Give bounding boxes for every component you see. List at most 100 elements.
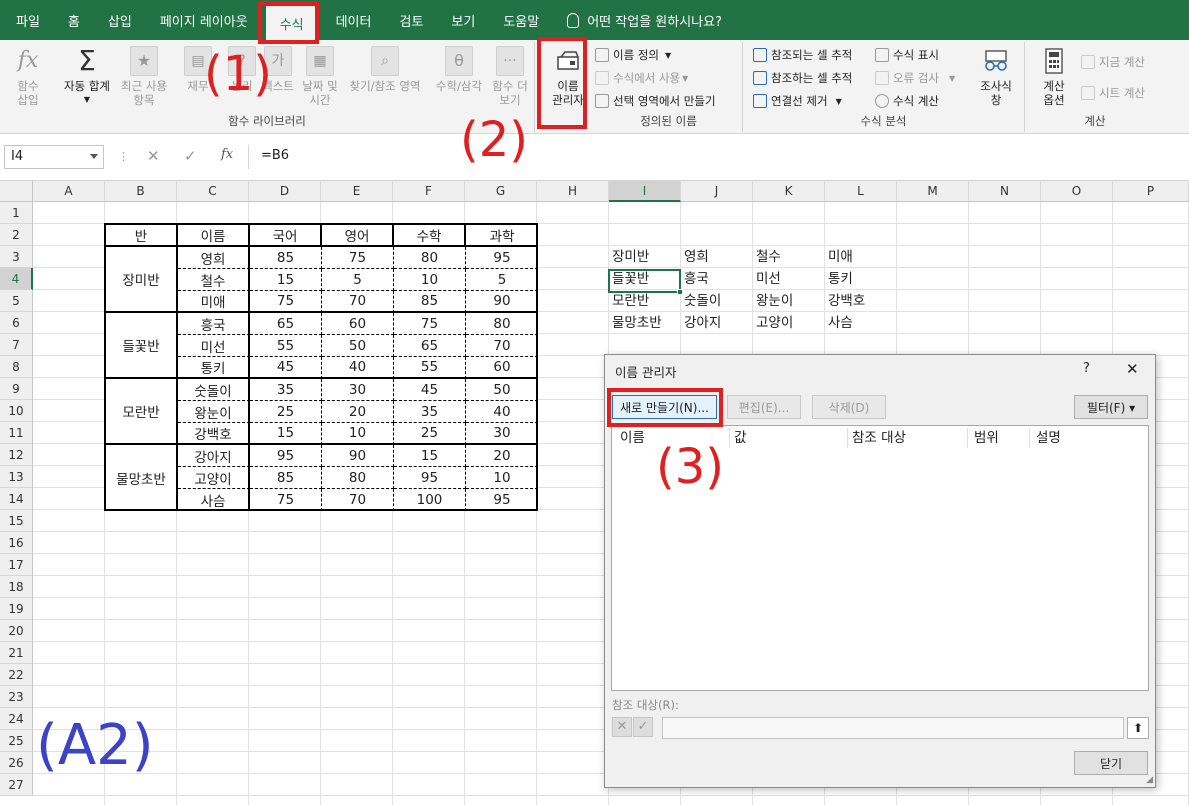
side-table-cell[interactable]: 장미반 — [612, 246, 649, 268]
tab-view[interactable]: 보기 — [437, 0, 489, 40]
resize-grip-icon[interactable]: ◢ — [1146, 775, 1153, 785]
cancel-icon[interactable]: ✕ — [147, 147, 160, 165]
evaluate-formula-button[interactable]: 수식 계산 — [875, 91, 939, 111]
side-table-cell[interactable]: 물망초반 — [612, 312, 662, 334]
row-header-20[interactable]: 20 — [0, 620, 33, 642]
recent-functions-button[interactable]: ★ 최근 사용 항목 — [116, 46, 172, 107]
show-formulas-button[interactable]: 수식 표시 — [875, 45, 939, 65]
row-header-8[interactable]: 8 — [0, 356, 33, 378]
tell-me-search[interactable]: 어떤 작업을 원하시나요? — [553, 0, 736, 40]
side-table-cell[interactable]: 강아지 — [684, 312, 721, 334]
column-header-b[interactable]: B — [105, 181, 177, 202]
name-box[interactable]: I4 — [4, 145, 104, 169]
row-header-17[interactable]: 17 — [0, 554, 33, 576]
close-icon[interactable]: ✕ — [1126, 360, 1139, 378]
confirm-edit-icon[interactable]: ✓ — [633, 717, 653, 737]
select-all-corner[interactable] — [0, 181, 33, 202]
row-header-16[interactable]: 16 — [0, 532, 33, 554]
more-functions-button[interactable]: ··· 함수 더 보기 — [488, 46, 532, 107]
column-header-j[interactable]: J — [681, 181, 753, 202]
column-header-e[interactable]: E — [321, 181, 393, 202]
row-header-22[interactable]: 22 — [0, 664, 33, 686]
refers-to-field[interactable] — [662, 717, 1124, 739]
column-header-i[interactable]: I — [609, 181, 681, 202]
side-table-cell[interactable]: 고양이 — [756, 312, 793, 334]
list-header-value[interactable]: 값 — [734, 428, 848, 448]
row-header-6[interactable]: 6 — [0, 312, 33, 334]
side-table-cell[interactable]: 모란반 — [612, 290, 649, 312]
help-button[interactable]: ? — [1083, 361, 1090, 376]
column-header-m[interactable]: M — [897, 181, 969, 202]
side-table-cell[interactable]: 영희 — [684, 246, 709, 268]
tab-help[interactable]: 도움말 — [489, 0, 553, 40]
trace-dependents-button[interactable]: 참조하는 셀 추적 — [753, 68, 852, 88]
row-header-5[interactable]: 5 — [0, 290, 33, 312]
list-header-comment[interactable]: 설명 — [1036, 428, 1136, 448]
fill-handle[interactable] — [677, 289, 683, 295]
column-header-c[interactable]: C — [177, 181, 249, 202]
datetime-button[interactable]: ▦ 날짜 및 시간 — [297, 46, 343, 107]
row-header-27[interactable]: 27 — [0, 774, 33, 796]
delete-name-button[interactable]: 삭제(D) — [812, 395, 886, 419]
calc-now-button[interactable]: 지금 계산 — [1081, 52, 1145, 72]
row-header-4[interactable]: 4 — [0, 268, 33, 290]
list-header-refers-to[interactable]: 참조 대상 — [852, 428, 968, 448]
autosum-button[interactable]: Σ 자동 합계 ▼ — [56, 46, 118, 107]
side-table-cell[interactable]: 왕눈이 — [756, 290, 793, 312]
column-header-l[interactable]: L — [825, 181, 897, 202]
row-header-18[interactable]: 18 — [0, 576, 33, 598]
row-header-15[interactable]: 15 — [0, 510, 33, 532]
tab-data[interactable]: 데이터 — [322, 0, 386, 40]
tab-page-layout[interactable]: 페이지 레이아웃 — [146, 0, 262, 40]
row-header-9[interactable]: 9 — [0, 378, 33, 400]
row-header-3[interactable]: 3 — [0, 246, 33, 268]
remove-arrows-button[interactable]: 연결선 제거 ▼ — [753, 91, 842, 111]
side-table-cell[interactable]: 미애 — [828, 246, 853, 268]
tab-review[interactable]: 검토 — [385, 0, 437, 40]
column-header-h[interactable]: H — [537, 181, 609, 202]
name-box-dropdown-icon[interactable] — [90, 154, 98, 159]
row-header-10[interactable]: 10 — [0, 400, 33, 422]
row-header-21[interactable]: 21 — [0, 642, 33, 664]
side-table-cell[interactable]: 사슴 — [828, 312, 853, 334]
side-table-cell[interactable]: 숫돌이 — [684, 290, 721, 312]
row-header-1[interactable]: 1 — [0, 202, 33, 224]
math-button[interactable]: θ 수학/삼각 — [430, 46, 488, 93]
calc-options-button[interactable]: 계산 옵션 — [1031, 46, 1077, 107]
error-checking-button[interactable]: 오류 검사 ▼ — [875, 68, 955, 88]
row-header-7[interactable]: 7 — [0, 334, 33, 356]
lookup-button[interactable]: ⌕ 찾기/참조 영역 — [342, 46, 428, 93]
tab-home[interactable]: 홈 — [54, 0, 94, 40]
use-in-formula-button[interactable]: 수식에서 사용 ▼ — [595, 68, 688, 88]
filter-button[interactable]: 필터(F) ▾ — [1074, 395, 1148, 419]
define-name-button[interactable]: 이름 정의 ▼ — [595, 45, 671, 65]
column-header-o[interactable]: O — [1041, 181, 1113, 202]
column-header-d[interactable]: D — [249, 181, 321, 202]
close-button[interactable]: 닫기 — [1074, 751, 1148, 775]
row-header-13[interactable]: 13 — [0, 466, 33, 488]
side-table-cell[interactable]: 철수 — [756, 246, 781, 268]
side-table-cell[interactable]: 강백호 — [828, 290, 865, 312]
column-header-f[interactable]: F — [393, 181, 465, 202]
row-header-23[interactable]: 23 — [0, 686, 33, 708]
row-header-25[interactable]: 25 — [0, 730, 33, 752]
trace-precedents-button[interactable]: 참조되는 셀 추적 — [753, 45, 852, 65]
insert-function-icon[interactable]: fx — [221, 147, 233, 162]
row-header-24[interactable]: 24 — [0, 708, 33, 730]
row-header-14[interactable]: 14 — [0, 488, 33, 510]
calc-sheet-button[interactable]: 시트 계산 — [1081, 83, 1145, 103]
list-header-scope[interactable]: 범위 — [974, 428, 1030, 448]
side-table-cell[interactable]: 통키 — [828, 268, 853, 290]
column-header-p[interactable]: P — [1113, 181, 1189, 202]
row-header-26[interactable]: 26 — [0, 752, 33, 774]
tab-insert[interactable]: 삽입 — [94, 0, 146, 40]
row-header-2[interactable]: 2 — [0, 224, 33, 246]
row-header-19[interactable]: 19 — [0, 598, 33, 620]
insert-function-button[interactable]: fx 함수 삽입 — [6, 46, 50, 108]
formula-input[interactable]: =B6 — [248, 145, 1188, 169]
collapse-dialog-icon[interactable]: ⬆ — [1127, 717, 1149, 739]
column-header-k[interactable]: K — [753, 181, 825, 202]
cancel-edit-icon[interactable]: ✕ — [612, 717, 632, 737]
side-table-cell[interactable]: 흥국 — [684, 268, 709, 290]
column-header-n[interactable]: N — [969, 181, 1041, 202]
